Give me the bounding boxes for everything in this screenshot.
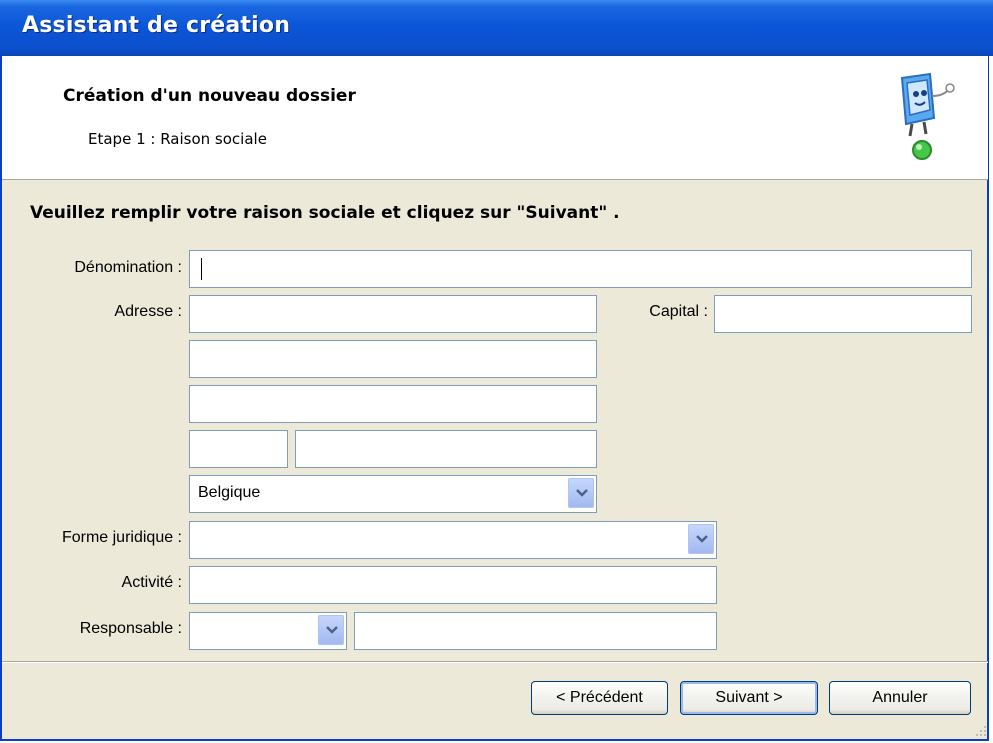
- text-caret: [201, 258, 202, 280]
- activite-label: Activité :: [121, 574, 182, 591]
- chevron-down-icon: [696, 535, 708, 543]
- city-input[interactable]: [295, 430, 597, 468]
- next-button[interactable]: Suivant >: [680, 681, 818, 715]
- activite-input[interactable]: [189, 566, 717, 604]
- footer-separator: [2, 661, 988, 663]
- address-line2-input[interactable]: [189, 340, 597, 378]
- previous-button[interactable]: < Précédent: [531, 681, 668, 715]
- cancel-button[interactable]: Annuler: [829, 681, 971, 715]
- instruction-text: Veuillez remplir votre raison sociale et…: [30, 203, 620, 223]
- postal-code-input[interactable]: [189, 430, 288, 468]
- header-subtitle: Etape 1 : Raison sociale: [88, 130, 267, 148]
- chevron-down-icon: [326, 626, 338, 634]
- denomination-label: Dénomination :: [74, 259, 182, 276]
- country-dropdown-button[interactable]: [568, 478, 594, 508]
- responsable-label: Responsable :: [79, 620, 182, 637]
- adresse-label: Adresse :: [114, 303, 182, 320]
- address-line3-input[interactable]: [189, 385, 597, 423]
- forme-juridique-label: Forme juridique :: [61, 529, 182, 546]
- country-select-value: Belgique: [198, 484, 261, 501]
- resize-grip-icon[interactable]: [973, 723, 987, 737]
- wizard-computer-icon: [900, 72, 955, 160]
- wizard-header: Création d'un nouveau dossier Etape 1 : …: [2, 56, 988, 180]
- forme-juridique-dropdown-button[interactable]: [688, 524, 714, 554]
- responsable-dropdown-button[interactable]: [318, 615, 344, 645]
- header-title: Création d'un nouveau dossier: [63, 86, 356, 106]
- responsable-select[interactable]: [189, 612, 347, 650]
- capital-input[interactable]: [714, 295, 972, 333]
- window-title: Assistant de création: [22, 13, 291, 38]
- denomination-input[interactable]: [189, 250, 972, 288]
- forme-juridique-select[interactable]: [189, 521, 717, 559]
- responsable-input[interactable]: [354, 612, 717, 650]
- title-bar[interactable]: Assistant de création: [0, 0, 993, 56]
- chevron-down-icon: [576, 489, 588, 497]
- capital-label: Capital :: [649, 303, 708, 320]
- country-select[interactable]: Belgique: [189, 475, 597, 513]
- address-line1-input[interactable]: [189, 295, 597, 333]
